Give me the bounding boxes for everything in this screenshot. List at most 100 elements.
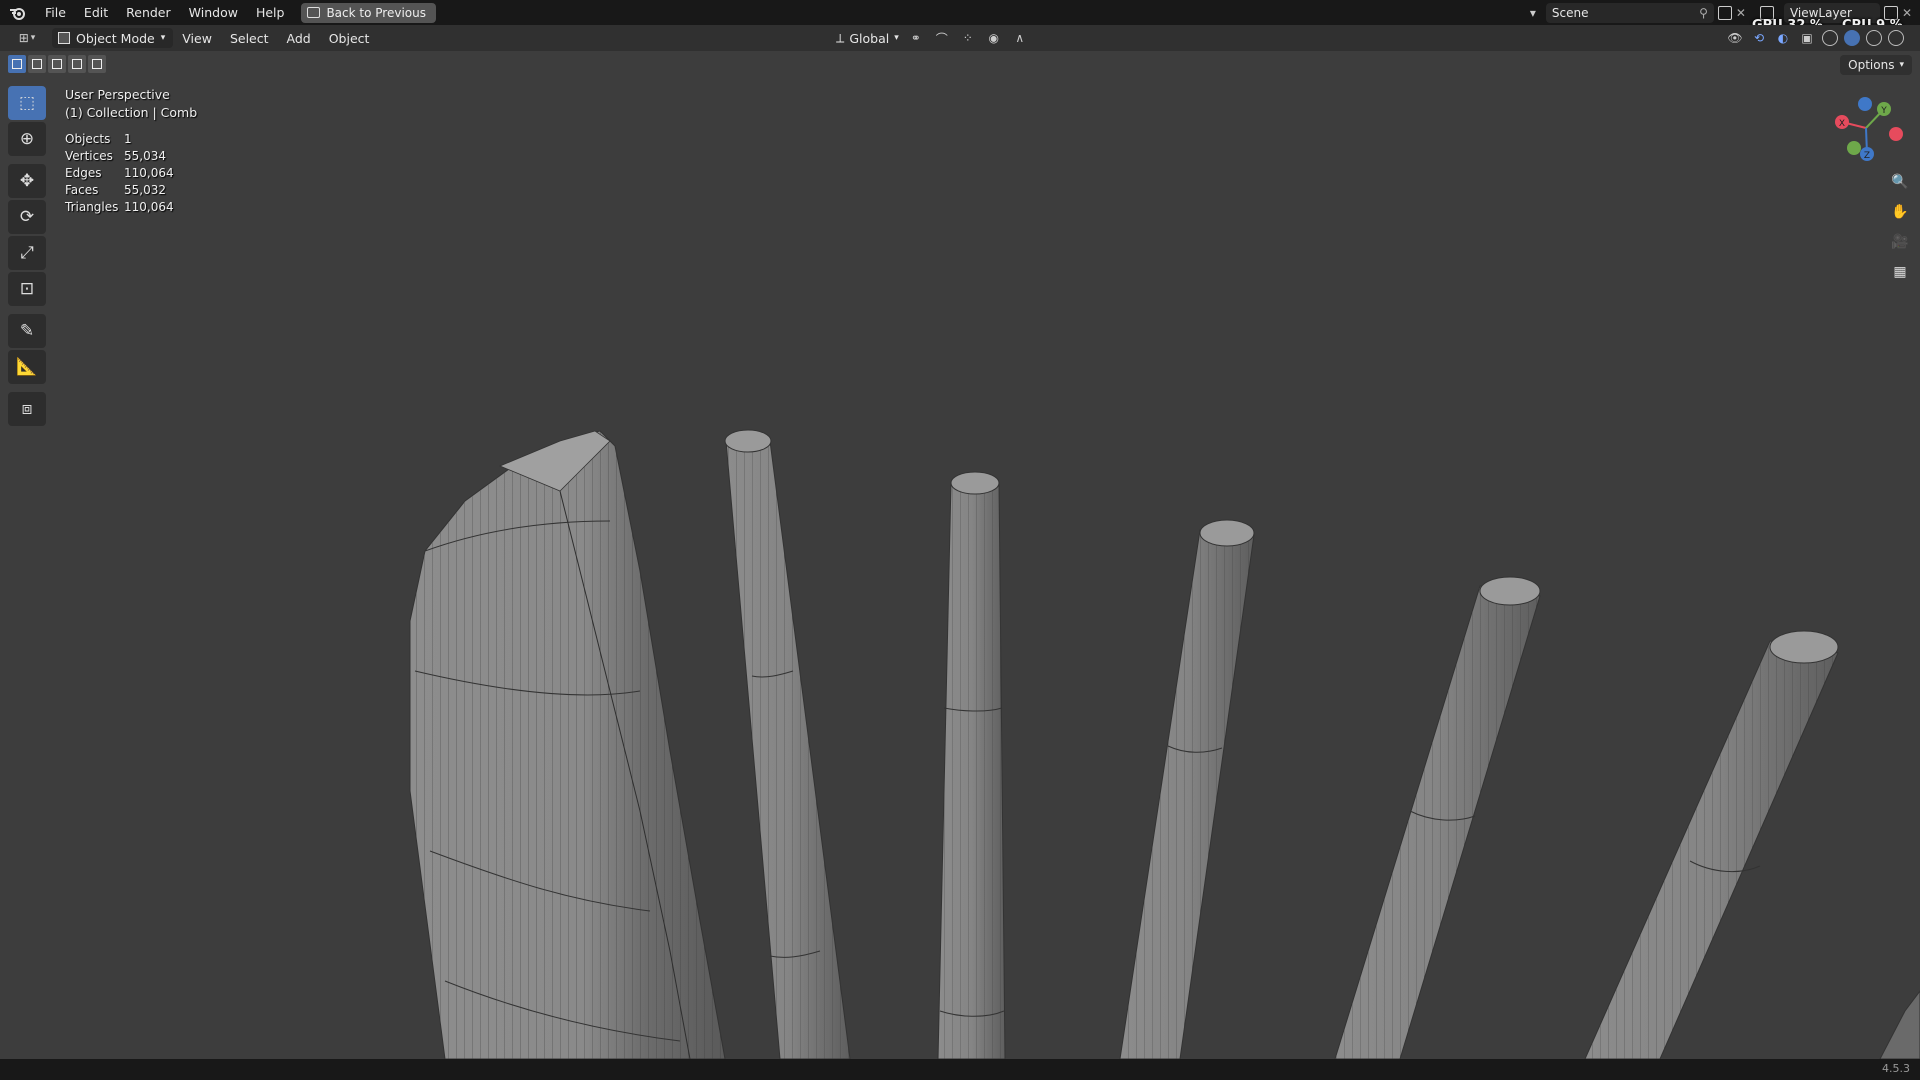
- pin-icon[interactable]: ⚲: [1699, 6, 1708, 20]
- tool-separator: [8, 158, 46, 162]
- selection-mode-group: [8, 55, 106, 73]
- object-mode-dropdown[interactable]: Object Mode ▾: [52, 28, 174, 48]
- menu-window[interactable]: Window: [180, 0, 247, 25]
- gizmo-z-negative[interactable]: [1858, 97, 1872, 111]
- snap-target-icon[interactable]: ⁘: [959, 29, 977, 47]
- material-shading-icon[interactable]: [1866, 30, 1882, 46]
- comb-tooth-6-edge[interactable]: [1879, 990, 1920, 1059]
- overlay-toggle-icon[interactable]: ◐: [1774, 29, 1792, 47]
- view-name: User Perspective: [65, 87, 170, 102]
- status-bar: 4.5.3: [0, 1059, 1920, 1080]
- tool-shelf: ⬚ ⊕ ✥ ⟳ ⤢ ⊡ ✎ 📐 ⧈: [8, 86, 46, 426]
- collection-info: (1) Collection | Comb: [65, 105, 198, 120]
- editor-type-button[interactable]: ⊞ ▾: [6, 28, 48, 48]
- scene-name: Scene: [1551, 5, 1589, 20]
- falloff-icon[interactable]: ∧: [1011, 29, 1029, 47]
- top-bar: File Edit Render Window Help Back to Pre…: [0, 0, 1920, 33]
- transform-tool-icon[interactable]: ⊡: [8, 272, 46, 306]
- orientation-dropdown[interactable]: ⟂ Global ▾: [836, 30, 899, 46]
- comb-handle-mesh[interactable]: [409, 430, 726, 1059]
- scene-selector[interactable]: Scene ⚲: [1545, 2, 1714, 23]
- 3d-viewport[interactable]: [0, 51, 1920, 1059]
- menu-help[interactable]: Help: [247, 0, 294, 25]
- menu-add[interactable]: Add: [278, 31, 320, 46]
- menu-object[interactable]: Object: [320, 31, 379, 46]
- gizmo-z-label: Z: [1864, 151, 1870, 161]
- gizmo-x-label: X: [1839, 119, 1845, 129]
- version-label: 4.5.3: [1882, 1062, 1910, 1075]
- menu-view[interactable]: View: [173, 31, 221, 46]
- rotate-tool-icon[interactable]: ⟳: [8, 200, 46, 234]
- view-info: User Perspective (1) Collection | Comb: [65, 86, 197, 122]
- navigation-buttons: 🔍 ✋ 🎥 ▦: [1888, 170, 1912, 284]
- menu-edit[interactable]: Edit: [75, 0, 117, 25]
- remove-scene-icon[interactable]: ✕: [1736, 6, 1746, 20]
- chevron-down-icon: ▾: [160, 33, 166, 43]
- screen-icon: [307, 7, 321, 18]
- comb-tooth-4[interactable]: [1334, 576, 1541, 1059]
- tool-separator: [8, 308, 46, 312]
- viewport-icon: ⊞: [18, 31, 29, 45]
- snap-icon[interactable]: ⌒: [933, 29, 951, 47]
- pan-hand-icon[interactable]: ✋: [1888, 200, 1912, 224]
- tool-separator: [8, 386, 46, 390]
- pivot-icon[interactable]: ⚭: [907, 29, 925, 47]
- chevron-down-icon: ▾: [1899, 60, 1904, 70]
- back-to-previous-button[interactable]: Back to Previous: [301, 2, 436, 23]
- gizmo-x-negative[interactable]: [1889, 127, 1903, 141]
- gizmo-y-label: Y: [1880, 106, 1887, 116]
- comb-tooth-2[interactable]: [937, 471, 1006, 1059]
- stat-row: Faces 55,032: [65, 183, 166, 197]
- back-to-previous-label: Back to Previous: [326, 5, 426, 20]
- new-scene-icon[interactable]: [1717, 5, 1732, 20]
- menu-file[interactable]: File: [36, 0, 75, 25]
- menu-select[interactable]: Select: [221, 31, 278, 46]
- object-mode-label: Object Mode: [76, 30, 155, 46]
- gizmo-y-negative[interactable]: [1847, 141, 1861, 155]
- cursor-tool-icon[interactable]: ⊕: [8, 122, 46, 156]
- viewport-header: ⊞ ▾ Object Mode ▾ View Select Add Object …: [0, 25, 1920, 51]
- stat-row: Objects 1: [65, 132, 132, 146]
- comb-tooth-3[interactable]: [1119, 519, 1255, 1059]
- scene-browse-icon[interactable]: ▾: [1524, 4, 1542, 22]
- chevron-down-icon: ▾: [30, 33, 36, 43]
- stat-row: Vertices 55,034: [65, 149, 166, 163]
- measure-tool-icon[interactable]: 📐: [8, 350, 46, 384]
- comb-tooth-1[interactable]: [724, 429, 851, 1059]
- comb-tooth-5[interactable]: [1584, 630, 1839, 1059]
- gizmo-toggle-icon[interactable]: ⟲: [1750, 29, 1768, 47]
- camera-view-icon[interactable]: 🎥: [1888, 230, 1912, 254]
- select-box-tool-icon[interactable]: ⬚: [8, 86, 46, 120]
- object-mode-icon: [58, 32, 70, 44]
- rendered-shading-icon[interactable]: [1888, 30, 1904, 46]
- zoom-icon[interactable]: 🔍: [1888, 170, 1912, 194]
- visibility-icon[interactable]: 👁: [1726, 29, 1744, 47]
- chevron-down-icon: ▾: [894, 33, 899, 43]
- move-tool-icon[interactable]: ✥: [8, 164, 46, 198]
- select-invert-icon[interactable]: [68, 55, 86, 73]
- remove-view-layer-icon[interactable]: ✕: [1902, 6, 1912, 20]
- select-intersect-icon[interactable]: [88, 55, 106, 73]
- options-label: Options: [1848, 58, 1895, 72]
- scale-tool-icon[interactable]: ⤢: [8, 236, 46, 270]
- select-subtract-icon[interactable]: [48, 55, 66, 73]
- orientation-icon: ⟂: [836, 30, 845, 45]
- xray-icon[interactable]: ▣: [1798, 29, 1816, 47]
- navigation-gizmo[interactable]: X Y Z: [1816, 90, 1906, 166]
- select-new-icon[interactable]: [8, 55, 26, 73]
- transform-tools: ⟂ Global ▾ ⚭ ⌒ ⁘ ◉ ∧: [836, 25, 1029, 51]
- menu-render[interactable]: Render: [117, 0, 180, 25]
- proportional-edit-icon[interactable]: ◉: [985, 29, 1003, 47]
- wireframe-shading-icon[interactable]: [1822, 30, 1838, 46]
- perspective-grid-icon[interactable]: ▦: [1888, 260, 1912, 284]
- viewport-canvas: [409, 429, 1920, 1059]
- add-cube-tool-icon[interactable]: ⧈: [8, 392, 46, 426]
- orientation-label: Global: [849, 30, 890, 46]
- options-dropdown[interactable]: Options ▾: [1840, 55, 1912, 75]
- solid-shading-icon[interactable]: [1844, 30, 1860, 46]
- blender-logo-icon[interactable]: [0, 0, 36, 25]
- select-extend-icon[interactable]: [28, 55, 46, 73]
- stat-row: Triangles 110,064: [65, 200, 174, 214]
- annotate-tool-icon[interactable]: ✎: [8, 314, 46, 348]
- shading-tools: 👁 ⟲ ◐ ▣: [1726, 25, 1904, 51]
